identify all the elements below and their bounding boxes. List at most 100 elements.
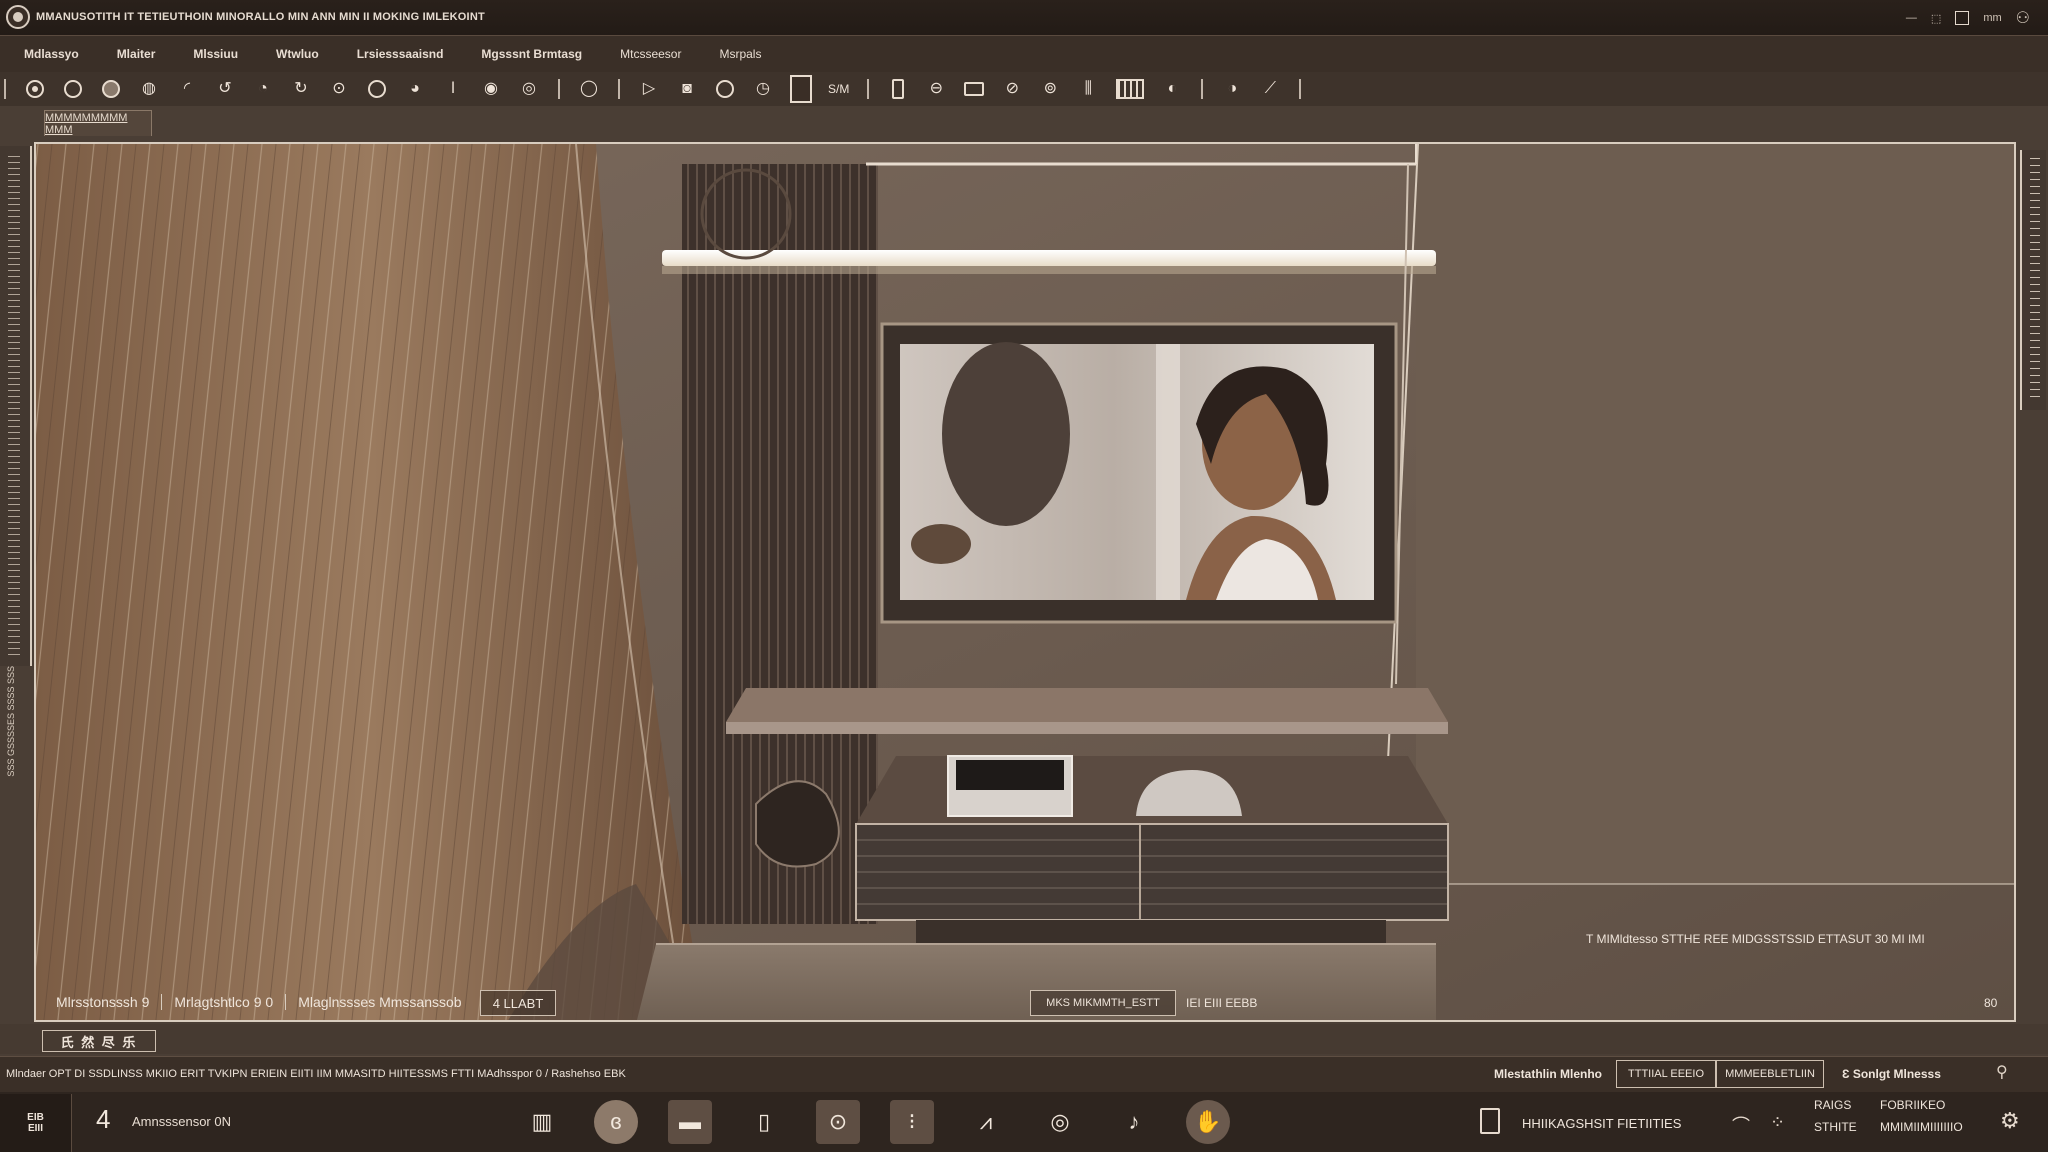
dock-badge[interactable]: EIB EIII [0, 1094, 72, 1152]
loop-icon[interactable]: ◯ [578, 78, 600, 100]
info-icon[interactable] [887, 78, 909, 100]
info-right-label: Mlestathlin Mlenho [1494, 1067, 1602, 1081]
right-ruler[interactable] [2020, 150, 2046, 410]
window-title: MMANUSOTITH IT TETIEUTHOIN MINORALLO MIN… [36, 11, 485, 23]
spiral-icon[interactable]: ɞ [594, 1100, 638, 1144]
viewport-tag-button[interactable]: 4 LLABT [480, 990, 556, 1016]
info-right-label-2: Ɛ Sonlgt Mlnesss [1842, 1067, 1941, 1081]
settings-icon[interactable]: ⚙ [2000, 1108, 2036, 1138]
dial-icon[interactable]: ◎ [1038, 1100, 1082, 1144]
light-strip [662, 250, 1436, 266]
tab-viewport[interactable]: MMMMMMMMM MMM [44, 110, 152, 136]
zoom-level[interactable]: 80 [1984, 996, 1997, 1010]
dock-icons: ▥ ɞ ▬ ▯ ⊙ ⁝ ⩘ ◎ ♪ ✋ [520, 1098, 1230, 1146]
minimize-button[interactable]: — [1906, 12, 1917, 24]
menu-item-1[interactable]: Mdlassyo [24, 47, 79, 61]
viewport-mode-button[interactable]: MKS MIKMMTH_ESTT [1030, 990, 1176, 1016]
grid-icon[interactable] [1115, 78, 1145, 100]
app-logo-icon[interactable] [6, 5, 30, 29]
render-viewport[interactable] [34, 142, 2016, 1022]
orbit-icon[interactable]: ◔ [252, 78, 274, 100]
dock-grid-item: MMIMIIMIIIIIIIO [1880, 1120, 1963, 1134]
camera-icon[interactable]: ◙ [676, 78, 698, 100]
tab-info-2[interactable]: MMMEEBLETLIIN [1716, 1060, 1824, 1088]
menu-bar: Mdlassyo Mlaiter Mlssiuu Wtwluo Lrsiesss… [0, 36, 2048, 72]
status-segment-3: Mlaglnssses Mmssanssob [298, 994, 462, 1010]
dock-grid-item: RAIGS [1814, 1098, 1852, 1112]
columns-icon[interactable]: ▯ [742, 1100, 786, 1144]
search-icon[interactable]: ⚲ [1996, 1062, 2026, 1088]
clock-icon[interactable]: ◷ [752, 78, 774, 100]
brush-icon[interactable]: ⟋ [1259, 78, 1281, 100]
ring-icon[interactable] [366, 78, 388, 100]
layer-strip [0, 1024, 2048, 1054]
left-ruler[interactable]: SSS GSSSSES SSSS SSS [0, 146, 32, 777]
material-icon[interactable]: ◉ [480, 78, 502, 100]
ruler-ticks [8, 156, 20, 656]
point-icon[interactable]: ⊙ [328, 78, 350, 100]
menu-item-2[interactable]: Mlaiter [117, 47, 156, 61]
door-icon[interactable]: ▷ [638, 78, 660, 100]
status-segment-1: Mlrsstonsssh 9 [44, 994, 163, 1010]
panel-icon[interactable] [790, 75, 812, 103]
window-icon[interactable] [963, 78, 985, 100]
sphere-icon[interactable] [100, 78, 122, 100]
ruler-label: SSS GSSSSES SSSS SSS [6, 666, 16, 777]
dock-badge-line-2: EIII [27, 1123, 43, 1134]
toggle-icon[interactable]: ◐ [1161, 78, 1183, 100]
timer-icon[interactable]: ⊚ [1039, 78, 1061, 100]
nodes-icon[interactable]: ⁘ [1770, 1112, 1785, 1133]
panel-toggle-icon[interactable] [1955, 11, 1970, 25]
chair-icon[interactable]: ⩘ [964, 1100, 1008, 1144]
library-icon[interactable]: ▥ [520, 1100, 564, 1144]
dock-info-grid: RAIGS FOBRIIKEO STHITE MMIMIIMIIIIIIIO [1814, 1098, 1994, 1134]
toolbar-label[interactable]: S/M [828, 82, 849, 96]
bowl-icon[interactable]: ⊖ [925, 78, 947, 100]
globe-icon[interactable]: ◍ [138, 78, 160, 100]
tab-info-1[interactable]: TTTIIAL EEEIO [1616, 1060, 1716, 1088]
toolbar-separator [867, 79, 870, 99]
menu-item-6[interactable]: Mgsssnt Brmtasg [481, 47, 582, 61]
hand-icon[interactable]: ✋ [1186, 1100, 1230, 1144]
camera-icon[interactable]: ⊙ [816, 1100, 860, 1144]
ruler-ticks [2030, 158, 2040, 402]
arc-icon[interactable]: ◜ [176, 78, 198, 100]
line-icon[interactable]: Ɩ [442, 78, 464, 100]
lens-icon[interactable]: ◕ [404, 78, 426, 100]
dock-count: 4 [96, 1104, 111, 1134]
circle-outline-icon[interactable] [714, 78, 736, 100]
compass-icon[interactable]: ⊘ [1001, 78, 1023, 100]
photo-shape [942, 342, 1070, 526]
rotate-icon[interactable]: ↺ [214, 78, 236, 100]
units-label: mm [1983, 12, 2002, 24]
columns-icon[interactable]: ⫼ [1077, 78, 1099, 100]
viewport-status: Mlrsstonsssh 9 Mrlagtshtlco 9 0 Mlaglnss… [34, 982, 2016, 1022]
toolbar-separator [1201, 79, 1204, 99]
dock-badge-line-1: EIB [27, 1112, 44, 1123]
panel-icon[interactable]: ▬ [668, 1100, 712, 1144]
scene-render[interactable] [36, 144, 2016, 1022]
restore-button[interactable]: ⬚ [1931, 12, 1941, 25]
user-icon[interactable]: ⚇ [2016, 8, 2030, 28]
render-icon[interactable]: ◑ [1221, 78, 1243, 100]
right-wall [1416, 144, 2014, 884]
refresh-icon[interactable]: ↻ [290, 78, 312, 100]
target-icon[interactable] [24, 78, 46, 100]
toolbar-separator [558, 79, 560, 99]
bell-icon[interactable]: ⌒ [1732, 1112, 1750, 1138]
dock-grid-item: STHITE [1814, 1120, 1857, 1134]
light-icon[interactable]: ◎ [518, 78, 540, 100]
menu-item-5[interactable]: Lrsiesssaaisnd [357, 47, 444, 61]
menu-item-3[interactable]: Mlssiuu [193, 47, 238, 61]
phone-icon[interactable] [1480, 1108, 1500, 1134]
menu-item-7[interactable]: Mtcsseesor [620, 47, 681, 61]
circle-icon[interactable] [62, 78, 84, 100]
layer-chips[interactable]: 氏 然 尽 乐 [42, 1030, 156, 1052]
guitar-icon[interactable]: ♪ [1112, 1100, 1156, 1144]
toolbar: ◍ ◜ ↺ ◔ ↻ ⊙ ◕ Ɩ ◉ ◎ ◯ ▷ ◙ ◷ S/M ⊖ ⊘ ⊚ ⫼ … [0, 72, 2048, 106]
info-text: Mlndaer OPT DI SSDLINSS MKIIO ERIT TVKIP… [6, 1068, 626, 1080]
menu-item-8[interactable]: Msrpals [719, 47, 761, 61]
speaker-icon[interactable]: ⁝ [890, 1100, 934, 1144]
menu-item-4[interactable]: Wtwluo [276, 47, 319, 61]
scene-caption: T MIMldtesso STTHE REE MIDGSSTSSID ETTAS… [1586, 932, 1925, 946]
